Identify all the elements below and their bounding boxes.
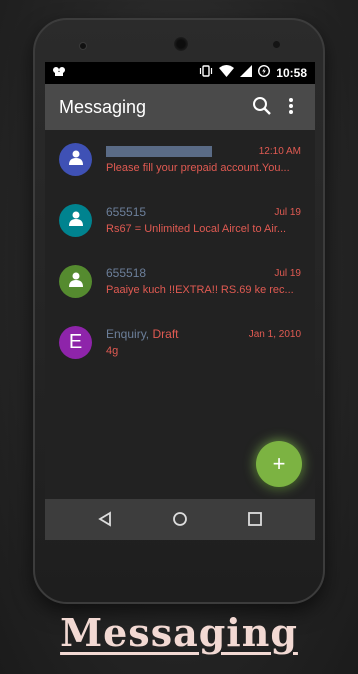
status-bar: 10:58 bbox=[45, 62, 315, 84]
avatar[interactable] bbox=[59, 204, 92, 237]
front-camera bbox=[79, 42, 87, 50]
conversation-list: 12:10 AM Please fill your prepaid accoun… bbox=[45, 130, 315, 374]
message-date: Jul 19 bbox=[274, 268, 301, 279]
draft-label: Draft bbox=[152, 327, 179, 341]
wifi-icon bbox=[219, 65, 235, 80]
proximity-sensor bbox=[273, 41, 280, 48]
banner-title: Messaging bbox=[60, 610, 298, 655]
contact-name-text: Enquiry, bbox=[106, 327, 150, 341]
conversation-row[interactable]: E Enquiry, Draft Jan 1, 2010 4g bbox=[45, 313, 315, 374]
message-snippet: Paaiye kuch !!EXTRA!! RS.69 ke rec... bbox=[106, 284, 294, 296]
person-icon bbox=[68, 270, 84, 293]
conversation-row[interactable]: 655515 Jul 19 Rs67 = Unlimited Local Air… bbox=[45, 191, 315, 252]
message-snippet: 4g bbox=[106, 345, 119, 357]
message-date: 12:10 AM bbox=[258, 146, 301, 157]
conversation-row[interactable]: 655518 Jul 19 Paaiye kuch !!EXTRA!! RS.6… bbox=[45, 252, 315, 313]
recents-icon[interactable] bbox=[245, 509, 265, 529]
clock: 10:58 bbox=[276, 65, 307, 80]
android-icon bbox=[53, 65, 65, 80]
navigation-bar bbox=[45, 499, 315, 540]
conversation-row[interactable]: 12:10 AM Please fill your prepaid accoun… bbox=[45, 130, 315, 191]
battery-icon bbox=[258, 64, 271, 80]
contact-name-redacted bbox=[106, 144, 212, 160]
avatar-letter: E bbox=[68, 331, 83, 353]
app-title: Messaging bbox=[59, 97, 147, 117]
signal-icon bbox=[240, 65, 253, 80]
avatar[interactable]: E bbox=[59, 326, 92, 359]
avatar[interactable] bbox=[59, 143, 92, 176]
home-icon[interactable] bbox=[170, 509, 190, 529]
vibrate-icon bbox=[199, 65, 213, 80]
plus-icon: + bbox=[272, 451, 286, 476]
earpiece-speaker bbox=[174, 37, 188, 51]
message-snippet: Rs67 = Unlimited Local Aircel to Air... bbox=[106, 223, 287, 235]
message-snippet: Please fill your prepaid account.You... bbox=[106, 162, 290, 174]
person-icon bbox=[68, 148, 84, 171]
back-icon[interactable] bbox=[95, 509, 115, 529]
person-icon bbox=[68, 209, 84, 232]
message-date: Jan 1, 2010 bbox=[248, 329, 301, 340]
contact-name: 655518 bbox=[106, 266, 147, 280]
phone-screen: 10:58 Messaging 12:10 AM Please fill you… bbox=[45, 62, 315, 540]
more-vert-icon[interactable] bbox=[286, 95, 296, 117]
new-message-button[interactable]: + bbox=[256, 441, 302, 487]
contact-name: 655515 bbox=[106, 205, 147, 219]
contact-name: Enquiry, Draft bbox=[106, 327, 179, 341]
message-date: Jul 19 bbox=[274, 207, 301, 218]
search-icon[interactable] bbox=[251, 95, 273, 117]
app-bar: Messaging bbox=[45, 84, 315, 130]
avatar[interactable] bbox=[59, 265, 92, 298]
